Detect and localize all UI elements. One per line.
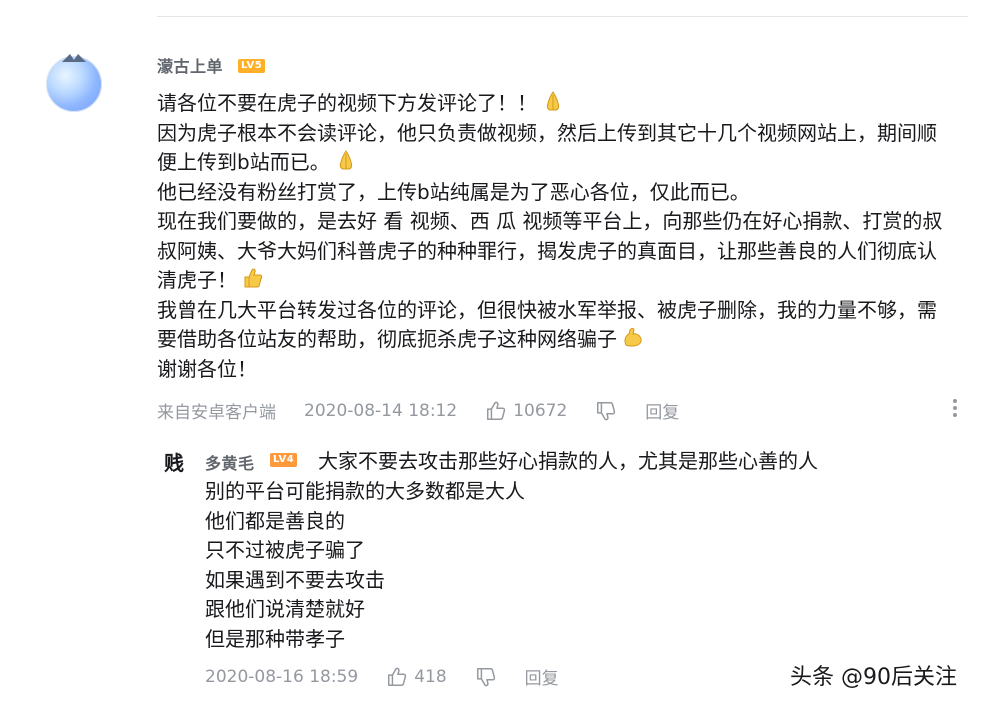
avatar-bow-icon: [62, 54, 86, 62]
comment-line: 要借助各位站友的帮助，彻底扼杀虎子这种网络骗子: [157, 327, 617, 351]
reply-avatar[interactable]: 贱: [160, 449, 188, 477]
more-options-icon[interactable]: [950, 396, 960, 422]
reply-like-count: 418: [414, 666, 447, 687]
thumbs-up-icon: [388, 667, 407, 686]
reply-timestamp: 2020-08-16 18:59: [205, 666, 359, 687]
thumbs-down-icon: [597, 401, 616, 420]
like-button[interactable]: 10672: [485, 400, 567, 422]
comment-line: 谢谢各位！: [157, 356, 257, 381]
reply-line: 别的平台可能捐款的大多数都是大人: [205, 479, 525, 503]
reply-line: 他们都是善良的: [205, 508, 345, 533]
level-badge: LV5: [238, 59, 266, 73]
comment-line: 清虎子！: [157, 268, 237, 292]
reply-level-badge: LV4: [270, 453, 298, 467]
reply-line: 跟他们说清楚就好: [205, 597, 365, 621]
reply-text: 别的平台可能捐款的大多数都是大人 他们都是善良的 只不过被虎子骗了 如果遇到不要…: [205, 477, 525, 654]
reply-username[interactable]: 多黄毛: [205, 450, 255, 474]
thumbs-down-icon: [476, 667, 495, 686]
watermark: 头条 @90后关注: [790, 665, 957, 690]
comment-line: 因为虎子根本不会读评论，他只负责做视频，然后上传到其它十几个视频网站上，期间顺: [157, 120, 937, 145]
thumbs-up-icon: [487, 401, 506, 420]
username[interactable]: 濛古上单: [157, 53, 223, 77]
source-label: 来自安卓客户端: [157, 403, 276, 423]
reply-line: 只不过被虎子骗了: [205, 538, 365, 562]
reply-dislike-button[interactable]: [475, 666, 497, 688]
comment-line: 我曾在几大平台转发过各位的评论，但很快被水军举报、被虎子删除，我的力量不够，需: [157, 297, 937, 322]
dislike-button[interactable]: [595, 400, 617, 422]
comment-line: 他已经没有粉丝打赏了，上传b站纯属是为了恶心各位，仅此而已。: [157, 179, 750, 204]
reply-reply-button[interactable]: 回复: [525, 664, 559, 689]
comment-line: 便上传到b站而已。: [157, 150, 330, 174]
comment-text: 请各位不要在虎子的视频下方发评论了！！ 因为虎子根本不会读评论，他只负责做视频，…: [157, 89, 942, 384]
comment-line: 请各位不要在虎子的视频下方发评论了！！: [157, 91, 537, 115]
timestamp: 2020-08-14 18:12: [304, 400, 458, 421]
comment-line: 叔阿姨、大爷大妈们科普虎子的种种罪行，揭发虎子的真面目，让那些善良的人们彻底认: [157, 238, 937, 263]
reply-meta: 2020-08-16 18:59 418 回复: [205, 664, 559, 690]
reply-line: 如果遇到不要去攻击: [205, 567, 385, 592]
reply-first-line: 大家不要去攻击那些好心捐款的人，尤其是那些心善的人: [318, 449, 818, 473]
avatar[interactable]: [46, 54, 102, 112]
like-count: 10672: [513, 400, 568, 421]
reply-line: 但是那种带孝子: [205, 626, 345, 651]
muscle-emoji-icon: [624, 328, 642, 347]
comment-line: 现在我们要做的，是去好 看 视频、西 瓜 视频等平台上，向那些仍在好心捐款、打赏…: [157, 209, 943, 233]
pray-emoji-icon: [546, 91, 560, 111]
thumbs-up-emoji-icon: [244, 268, 263, 288]
top-divider: [157, 16, 968, 17]
reply-like-button[interactable]: 418: [386, 666, 447, 688]
pray-emoji-icon: [339, 150, 352, 170]
comment-meta: 来自安卓客户端 2020-08-14 18:12 10672 回复: [157, 398, 679, 424]
reply-button[interactable]: 回复: [645, 398, 679, 423]
